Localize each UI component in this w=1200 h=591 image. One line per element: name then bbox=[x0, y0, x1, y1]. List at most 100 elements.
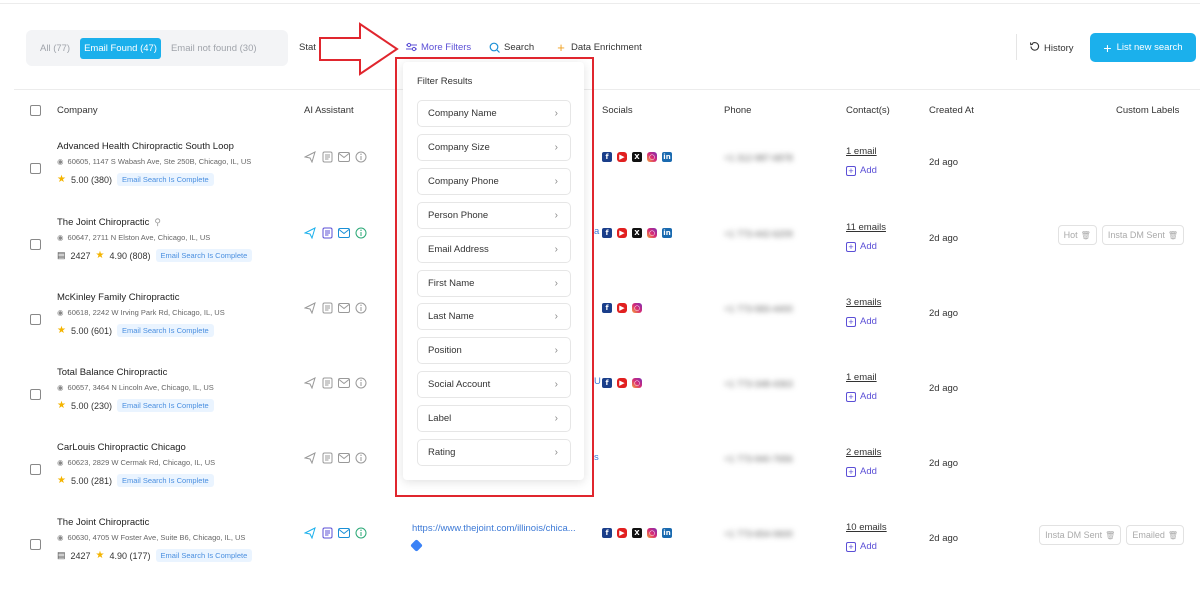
history-button[interactable]: History bbox=[1029, 41, 1074, 55]
instagram-icon[interactable]: ○ bbox=[632, 303, 642, 313]
send-icon[interactable] bbox=[304, 227, 316, 239]
row-checkbox[interactable] bbox=[30, 163, 41, 174]
mail-icon[interactable] bbox=[338, 377, 350, 389]
instagram-icon[interactable]: ○ bbox=[647, 228, 657, 238]
mail-icon[interactable] bbox=[338, 527, 350, 539]
contacts-link[interactable]: 1 email bbox=[846, 372, 877, 383]
website-link[interactable]: https://www.thejoint.com/illinois/chica.… bbox=[412, 523, 576, 534]
mail-icon[interactable] bbox=[338, 227, 350, 239]
column-header-created-at[interactable]: Created At bbox=[929, 105, 974, 116]
contacts-link[interactable]: 10 emails bbox=[846, 522, 887, 533]
youtube-icon[interactable]: ▶ bbox=[617, 378, 627, 388]
contacts-link[interactable]: 3 emails bbox=[846, 297, 881, 308]
data-enrichment-button[interactable]: + Data Enrichment bbox=[555, 40, 642, 55]
column-header-company[interactable]: Company bbox=[57, 105, 98, 116]
info-icon[interactable] bbox=[355, 377, 367, 389]
table-row[interactable]: The Joint Chiropractic ◉ 60630, 4705 W Fos… bbox=[0, 512, 1200, 587]
instagram-icon[interactable]: ○ bbox=[632, 378, 642, 388]
more-filters-button[interactable]: More Filters bbox=[405, 41, 471, 53]
search-button[interactable]: Search bbox=[488, 41, 534, 53]
trash-icon[interactable]: 🗑 bbox=[1105, 531, 1115, 540]
contacts-link[interactable]: 1 email bbox=[846, 146, 877, 157]
youtube-icon[interactable]: ▶ bbox=[617, 152, 627, 162]
x-icon[interactable]: X bbox=[632, 228, 642, 238]
facebook-icon[interactable]: f bbox=[602, 228, 612, 238]
company-name-text[interactable]: CarLouis Chiropractic Chicago bbox=[57, 442, 186, 453]
youtube-icon[interactable]: ▶ bbox=[617, 528, 627, 538]
document-icon[interactable] bbox=[321, 452, 333, 464]
company-name-text[interactable]: Total Balance Chiropractic bbox=[57, 367, 167, 378]
label-chip[interactable]: Hot 🗑 bbox=[1057, 225, 1097, 245]
company-name-text[interactable]: The Joint Chiropractic bbox=[57, 517, 149, 528]
label-chip[interactable]: Emailed 🗑 bbox=[1126, 525, 1184, 545]
youtube-icon[interactable]: ▶ bbox=[617, 303, 627, 313]
row-checkbox[interactable] bbox=[30, 389, 41, 400]
website-link-peek[interactable]: a bbox=[594, 226, 599, 237]
trash-icon[interactable]: 🗑 bbox=[1081, 231, 1091, 240]
add-contact-button[interactable]: + Add bbox=[846, 541, 877, 552]
company-name[interactable]: McKinley Family Chiropractic bbox=[57, 292, 179, 303]
info-icon[interactable] bbox=[355, 302, 367, 314]
add-contact-button[interactable]: + Add bbox=[846, 241, 877, 252]
company-name[interactable]: Total Balance Chiropractic bbox=[57, 367, 167, 378]
send-icon[interactable] bbox=[304, 151, 316, 163]
row-checkbox[interactable] bbox=[30, 239, 41, 250]
facebook-icon[interactable]: f bbox=[602, 528, 612, 538]
x-icon[interactable]: X bbox=[632, 152, 642, 162]
send-icon[interactable] bbox=[304, 527, 316, 539]
send-icon[interactable] bbox=[304, 452, 316, 464]
tab-email-not-found[interactable]: Email not found (30) bbox=[167, 38, 261, 59]
list-new-search-button[interactable]: + List new search bbox=[1090, 33, 1196, 62]
info-icon[interactable] bbox=[355, 452, 367, 464]
add-contact-button[interactable]: + Add bbox=[846, 391, 877, 402]
info-icon[interactable] bbox=[355, 527, 367, 539]
table-row[interactable]: Total Balance Chiropractic ◉ 60657, 3464 N… bbox=[0, 362, 1200, 437]
website-link-peek[interactable]: s bbox=[594, 452, 599, 463]
linkedin-icon[interactable]: in bbox=[662, 152, 672, 162]
trash-icon[interactable]: 🗑 bbox=[1168, 231, 1178, 240]
document-icon[interactable] bbox=[321, 227, 333, 239]
table-row[interactable]: Advanced Health Chiropractic South Loop ◉… bbox=[0, 136, 1200, 211]
linkedin-icon[interactable]: in bbox=[662, 528, 672, 538]
trash-icon[interactable]: 🗑 bbox=[1168, 531, 1178, 540]
tab-all[interactable]: All (77) bbox=[36, 38, 74, 59]
website-link-peek[interactable]: U bbox=[594, 376, 601, 387]
row-checkbox[interactable] bbox=[30, 314, 41, 325]
instagram-icon[interactable]: ○ bbox=[647, 528, 657, 538]
document-icon[interactable] bbox=[321, 302, 333, 314]
company-name[interactable]: Advanced Health Chiropractic South Loop bbox=[57, 141, 234, 152]
instagram-icon[interactable]: ○ bbox=[647, 152, 657, 162]
document-icon[interactable] bbox=[321, 527, 333, 539]
contacts-link[interactable]: 11 emails bbox=[846, 222, 886, 233]
label-chip[interactable]: Insta DM Sent 🗑 bbox=[1101, 225, 1184, 245]
contacts-link[interactable]: 2 emails bbox=[846, 447, 881, 458]
row-checkbox[interactable] bbox=[30, 464, 41, 475]
mail-icon[interactable] bbox=[338, 452, 350, 464]
info-icon[interactable] bbox=[355, 227, 367, 239]
mail-icon[interactable] bbox=[338, 302, 350, 314]
document-icon[interactable] bbox=[321, 151, 333, 163]
company-name[interactable]: CarLouis Chiropractic Chicago bbox=[57, 442, 186, 453]
company-name[interactable]: The Joint Chiropractic bbox=[57, 517, 149, 528]
row-checkbox[interactable] bbox=[30, 539, 41, 550]
label-chip[interactable]: Insta DM Sent 🗑 bbox=[1039, 525, 1122, 545]
company-name-text[interactable]: McKinley Family Chiropractic bbox=[57, 292, 179, 303]
linkedin-icon[interactable]: in bbox=[662, 228, 672, 238]
table-row[interactable]: McKinley Family Chiropractic ◉ 60618, 2242… bbox=[0, 287, 1200, 362]
table-row[interactable]: CarLouis Chiropractic Chicago ◉ 60623, 282… bbox=[0, 437, 1200, 512]
company-name[interactable]: The Joint Chiropractic ⚲ bbox=[57, 217, 161, 228]
status-dropdown-label[interactable]: Stat bbox=[299, 42, 316, 53]
x-icon[interactable]: X bbox=[632, 528, 642, 538]
mail-icon[interactable] bbox=[338, 151, 350, 163]
send-icon[interactable] bbox=[304, 302, 316, 314]
send-icon[interactable] bbox=[304, 377, 316, 389]
select-all-checkbox[interactable] bbox=[30, 105, 41, 116]
facebook-icon[interactable]: f bbox=[602, 378, 612, 388]
add-contact-button[interactable]: + Add bbox=[846, 165, 877, 176]
table-row[interactable]: The Joint Chiropractic ⚲ ◉ 60647, 2711 N El… bbox=[0, 212, 1200, 287]
company-name-text[interactable]: Advanced Health Chiropractic South Loop bbox=[57, 141, 234, 152]
facebook-icon[interactable]: f bbox=[602, 303, 612, 313]
company-name-text[interactable]: The Joint Chiropractic bbox=[57, 217, 149, 228]
facebook-icon[interactable]: f bbox=[602, 152, 612, 162]
info-icon[interactable] bbox=[355, 151, 367, 163]
